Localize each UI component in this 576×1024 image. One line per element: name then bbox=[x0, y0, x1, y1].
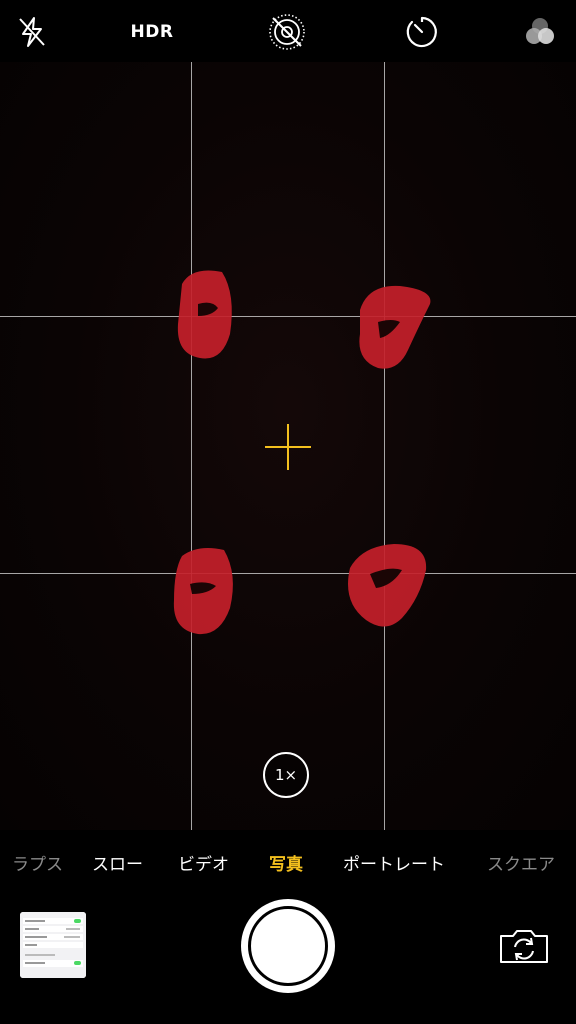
mode-item-photo[interactable]: 写真 bbox=[269, 850, 303, 875]
red-light-blob bbox=[177, 270, 232, 359]
mode-item-portrait[interactable]: ポートレート bbox=[343, 850, 445, 875]
grid-line-vertical bbox=[191, 62, 192, 830]
shutter-inner-ring bbox=[248, 906, 328, 986]
camera-switch-icon[interactable] bbox=[497, 926, 551, 966]
red-light-blob bbox=[359, 285, 431, 369]
filters-icon[interactable] bbox=[520, 12, 560, 52]
last-photo-thumbnail[interactable] bbox=[20, 912, 86, 978]
camera-top-bar: HDR bbox=[0, 0, 576, 62]
grid-line-horizontal bbox=[0, 316, 576, 317]
focus-reticle-icon bbox=[265, 424, 311, 470]
mode-item-video[interactable]: ビデオ bbox=[178, 850, 229, 875]
mode-selector[interactable]: ラプス スロー ビデオ 写真 ポートレート スクエア bbox=[0, 830, 576, 894]
mode-item-slo-mo[interactable]: スロー bbox=[92, 850, 143, 875]
flash-off-icon[interactable] bbox=[12, 12, 52, 52]
camera-viewfinder[interactable]: 1× bbox=[0, 62, 576, 830]
zoom-button[interactable]: 1× bbox=[263, 752, 309, 798]
grid-line-horizontal bbox=[0, 573, 576, 574]
mode-item-timelapse[interactable]: ラプス bbox=[12, 850, 63, 875]
camera-bottom-bar: ラプス スロー ビデオ 写真 ポートレート スクエア bbox=[0, 830, 576, 1024]
red-light-blob bbox=[348, 544, 427, 627]
grid-line-vertical bbox=[384, 62, 385, 830]
hdr-toggle[interactable]: HDR bbox=[116, 12, 188, 52]
red-light-blob bbox=[173, 548, 233, 635]
live-photo-off-icon[interactable] bbox=[266, 12, 308, 52]
shutter-button[interactable] bbox=[241, 899, 335, 993]
mode-item-square[interactable]: スクエア bbox=[487, 850, 555, 875]
timer-icon[interactable] bbox=[402, 12, 442, 52]
